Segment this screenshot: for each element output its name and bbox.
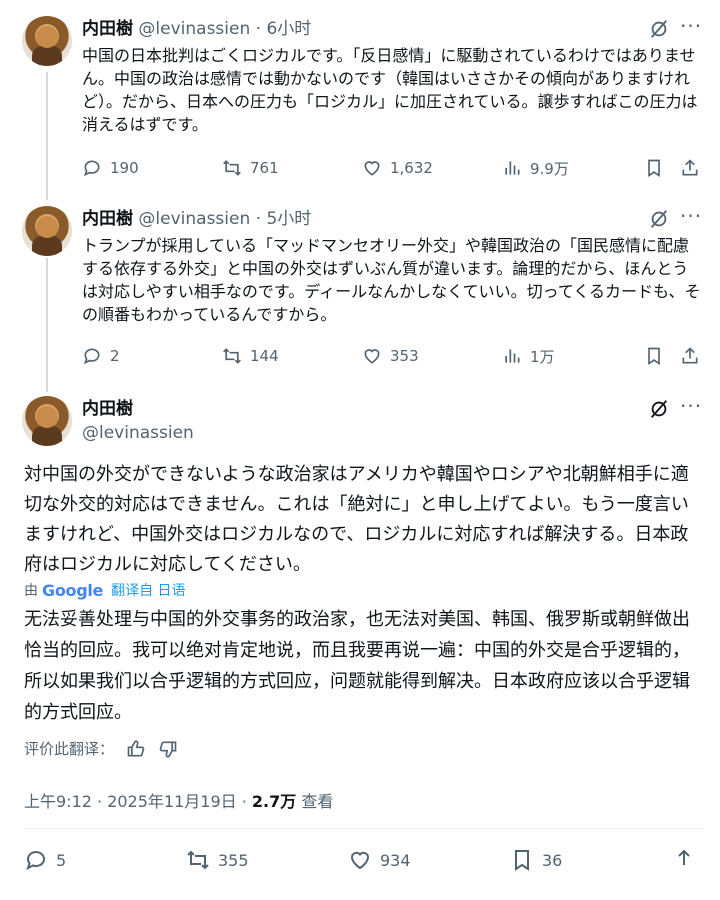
bookmark-icon[interactable] <box>644 156 664 180</box>
heart-icon <box>350 851 370 870</box>
translated-from-link[interactable]: 翻译自 日语 <box>111 580 185 600</box>
reply-count: 190 <box>110 159 139 177</box>
view-count: 1万 <box>530 347 555 366</box>
bookmark-count: 36 <box>542 850 563 870</box>
like-button[interactable]: 353 <box>362 344 419 368</box>
grok-icon[interactable] <box>648 208 670 230</box>
like-count: 1,632 <box>390 159 433 177</box>
like-button[interactable]: 934 <box>348 848 411 872</box>
translated-text: 无法妥善处理与中国的外交事务的政治家，也无法对美国、韩国、俄罗斯或朝鲜做出恰当的… <box>24 609 690 723</box>
heart-icon <box>364 349 380 364</box>
tweet-meta: 上午9:12 · 2025年11月19日 · 2.7万 查看 <box>24 788 333 812</box>
original-text: 対中国の外交ができないような政治家はアメリカや韓国やロシアや北朝鮮相手に適切な外… <box>24 464 689 575</box>
avatar[interactable] <box>22 206 72 256</box>
repost-icon <box>223 160 241 176</box>
avatar[interactable] <box>22 396 72 446</box>
views-icon <box>505 161 520 175</box>
reply-count: 5 <box>56 850 67 870</box>
tweet-text: 中国の日本批判はごくロジカルです。「反日感情」に駆動されているわけではありません… <box>82 46 698 134</box>
reply-button[interactable]: 5 <box>24 848 66 872</box>
rate-label: 评价此翻译： <box>24 740 115 758</box>
grok-icon[interactable] <box>648 398 670 420</box>
repost-button[interactable]: 355 <box>186 848 249 872</box>
divider <box>24 828 704 829</box>
views-icon <box>505 349 520 363</box>
timestamp[interactable]: 上午9:12 · 2025年11月19日 · <box>24 792 252 811</box>
reply-icon <box>83 160 100 177</box>
like-count: 353 <box>390 347 419 365</box>
more-icon[interactable]: ··· <box>680 16 702 36</box>
views-label: 查看 <box>296 792 334 811</box>
reply-button[interactable]: 2 <box>82 344 120 368</box>
thumbs-up-icon[interactable] <box>126 739 146 759</box>
bookmark-button[interactable]: 36 <box>510 848 562 872</box>
repost-button[interactable]: 761 <box>222 156 279 180</box>
views-button[interactable]: 9.9万 <box>502 156 569 180</box>
google-logo: Google <box>42 580 104 600</box>
tweet-actions: 2 144 353 1万 <box>82 344 702 368</box>
tweet-time[interactable]: 5小时 <box>266 209 311 229</box>
author-handle[interactable]: @levinassien <box>138 19 250 39</box>
author-handle[interactable]: @levinassien <box>138 209 250 229</box>
tweet[interactable]: 内田樹 @levinassien · 5小时 ··· トランプが採用している「マ… <box>0 200 720 390</box>
tweet-time[interactable]: 6小时 <box>266 19 311 39</box>
author-name[interactable]: 内田樹 <box>82 19 133 39</box>
repost-icon <box>187 850 209 870</box>
translation-attribution: 由 Google 翻译自 日语 <box>24 580 186 600</box>
views-button[interactable]: 1万 <box>502 344 555 368</box>
reply-icon <box>83 348 100 365</box>
repost-button[interactable]: 144 <box>222 344 279 368</box>
main-tweet-actions: 5 355 934 36 <box>24 848 704 874</box>
tweet-text: トランプが採用している「マッドマンセオリー外交」や韓国政治の「国民感情に配慮する… <box>82 236 701 324</box>
reply-icon <box>26 851 45 870</box>
share-icon[interactable] <box>672 848 696 872</box>
views-count: 2.7万 <box>251 792 297 811</box>
more-icon[interactable]: ··· <box>680 206 702 226</box>
translated-by-label: 由 <box>24 583 38 599</box>
tweet[interactable]: 内田樹 @levinassien · 6小时 ··· 中国の日本批判はごくロジカ… <box>0 0 720 200</box>
more-icon[interactable]: ··· <box>680 396 702 416</box>
bookmark-icon <box>515 850 529 871</box>
like-count: 934 <box>380 850 411 870</box>
author-handle[interactable]: @levinassien <box>82 422 194 444</box>
thumbs-down-icon[interactable] <box>158 739 178 759</box>
share-icon[interactable] <box>680 156 700 180</box>
tweet-header: 内田樹 @levinassien · 6小时 <box>82 19 312 39</box>
author-name[interactable]: 内田樹 <box>82 209 133 229</box>
repost-count: 355 <box>218 850 249 870</box>
share-icon[interactable] <box>680 344 700 368</box>
grok-icon[interactable] <box>648 18 670 40</box>
heart-icon <box>364 161 380 176</box>
view-count: 9.9万 <box>530 159 569 178</box>
tweet-actions: 190 761 1,632 9.9万 <box>82 156 702 180</box>
author-name[interactable]: 内田樹 <box>82 398 133 420</box>
repost-count: 144 <box>250 347 279 365</box>
repost-count: 761 <box>250 159 279 177</box>
rate-translation: 评价此翻译： <box>24 738 178 759</box>
reply-count: 2 <box>110 347 120 365</box>
bookmark-icon[interactable] <box>644 344 664 368</box>
repost-icon <box>223 348 241 364</box>
avatar[interactable] <box>22 16 72 66</box>
reply-button[interactable]: 190 <box>82 156 139 180</box>
tweet-header: 内田樹 @levinassien · 5小时 <box>82 209 312 229</box>
like-button[interactable]: 1,632 <box>362 156 433 180</box>
